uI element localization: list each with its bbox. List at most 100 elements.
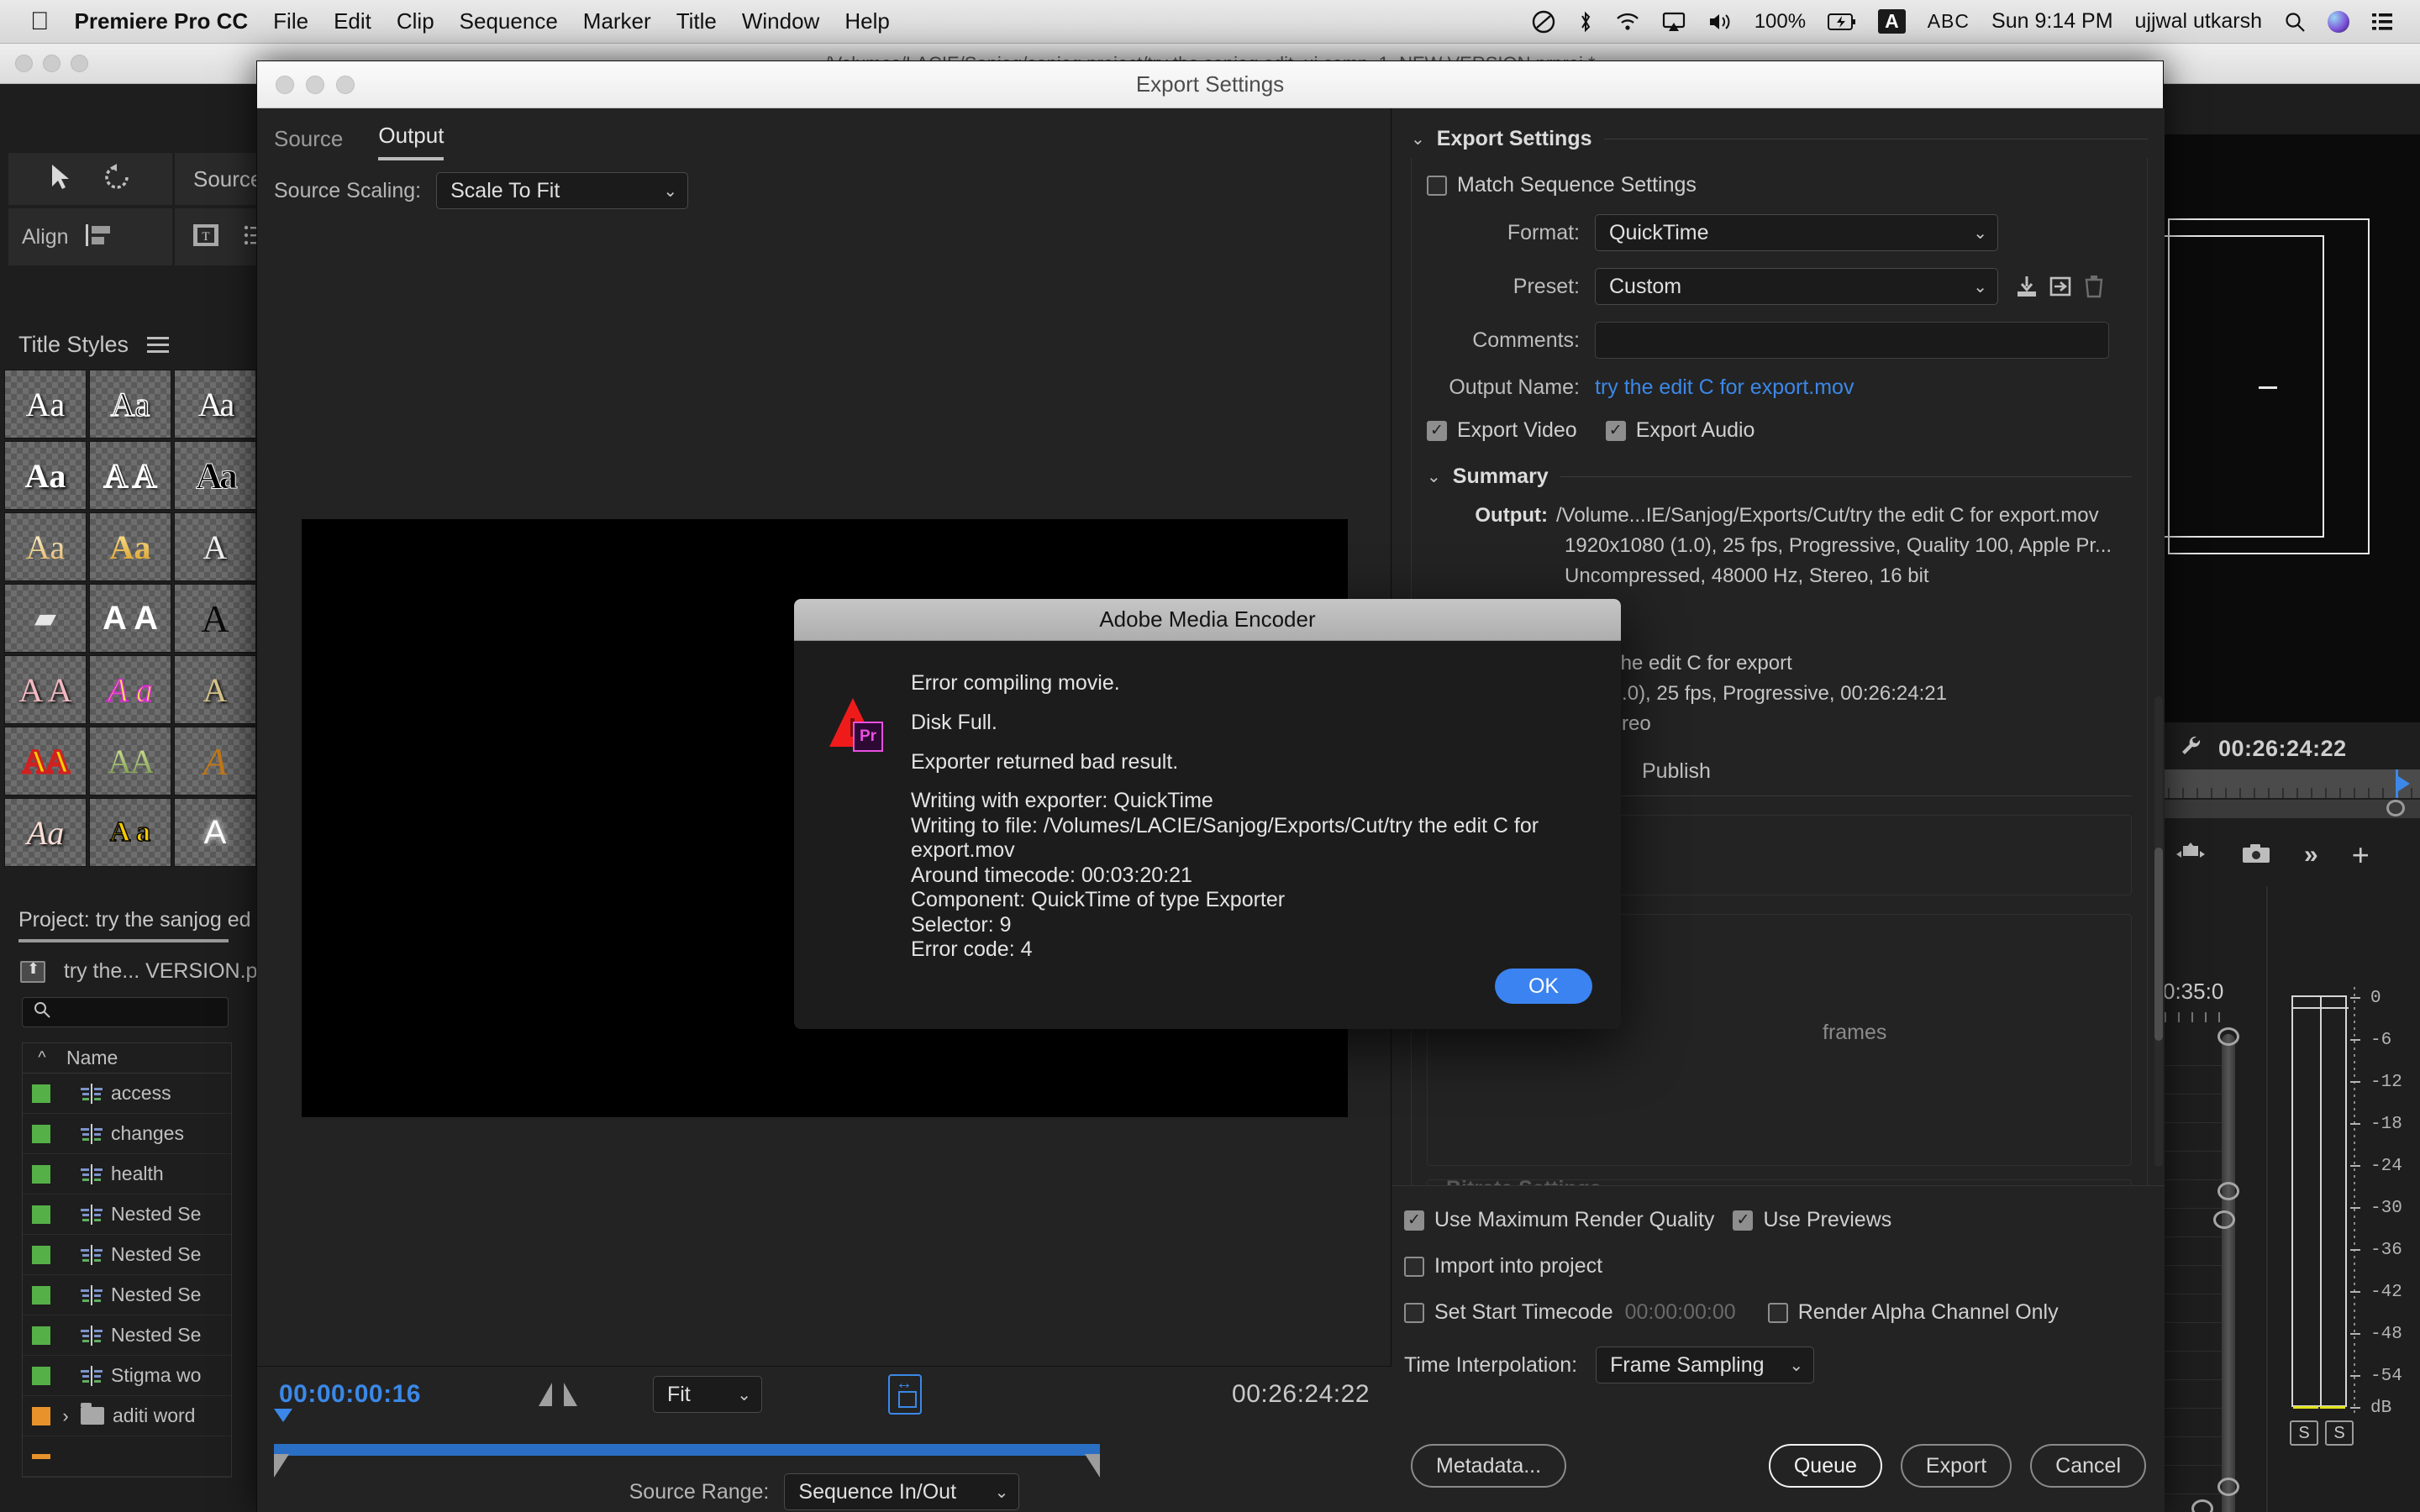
title-style-cell[interactable]: AA: [4, 727, 87, 795]
tab-output[interactable]: Output: [378, 123, 444, 160]
menu-item-window[interactable]: Window: [742, 8, 819, 34]
table-row[interactable]: access: [23, 1074, 231, 1114]
title-style-cell[interactable]: A: [174, 727, 256, 795]
export-close-button[interactable]: [276, 76, 294, 94]
solo-button-right[interactable]: S: [2325, 1420, 2354, 1446]
mixer-scrollbar[interactable]: [2222, 1034, 2235, 1512]
mixer-knob[interactable]: [2191, 1499, 2213, 1512]
title-style-cell[interactable]: Aa: [4, 441, 87, 510]
input-source-badge[interactable]: A: [1878, 9, 1906, 34]
menu-item-clip[interactable]: Clip: [397, 8, 434, 34]
audio-meter-bars[interactable]: [2291, 995, 2347, 1407]
table-row[interactable]: Stigma wo: [23, 1356, 231, 1396]
title-style-cell[interactable]: Aa: [4, 370, 87, 438]
selection-arrow-icon[interactable]: [50, 163, 71, 196]
title-style-cell[interactable]: Aa: [4, 512, 87, 581]
mixer-knob[interactable]: [2213, 1210, 2235, 1229]
spotlight-search-icon[interactable]: [2284, 11, 2306, 33]
mark-in-icon[interactable]: [539, 1383, 552, 1406]
table-row[interactable]: Nested Se: [23, 1235, 231, 1275]
export-frame-icon[interactable]: [2175, 843, 2208, 869]
title-style-cell[interactable]: A: [174, 584, 256, 653]
title-style-cell[interactable]: A: [174, 798, 256, 867]
bluetooth-icon[interactable]: [1578, 9, 1593, 34]
set-start-timecode-value[interactable]: 00:00:00:00: [1625, 1300, 1736, 1325]
chevron-down-icon[interactable]: ⌄: [1427, 466, 1441, 487]
disclosure-triangle-icon[interactable]: ›: [50, 1405, 81, 1427]
chevron-down-icon[interactable]: ⌄: [1411, 129, 1425, 150]
playhead-handle[interactable]: [2398, 776, 2410, 791]
ok-button[interactable]: OK: [1495, 969, 1592, 1004]
render-alpha-checkbox[interactable]: [1768, 1303, 1788, 1323]
import-into-project-checkbox[interactable]: [1404, 1257, 1424, 1277]
import-preset-icon[interactable]: [2044, 270, 2077, 303]
close-button[interactable]: [15, 55, 33, 72]
max-render-quality-checkbox[interactable]: ✓: [1404, 1210, 1424, 1231]
current-timecode[interactable]: 00:00:00:16: [279, 1380, 421, 1409]
align-left-icon[interactable]: [86, 223, 114, 252]
output-name-link[interactable]: try the edit C for export.mov: [1595, 375, 1854, 400]
menu-item-sequence[interactable]: Sequence: [460, 8, 558, 34]
title-tool-icon[interactable]: T: [192, 223, 220, 252]
summary-section-header[interactable]: ⌄ Summary: [1427, 465, 2132, 489]
source-scaling-select[interactable]: Scale To Fit ⌄: [436, 172, 688, 209]
tab-source[interactable]: Source: [274, 126, 343, 160]
zoom-scroll-strip[interactable]: [2165, 800, 2420, 818]
input-source-label[interactable]: ABC: [1928, 10, 1970, 33]
export-maximize-button[interactable]: [336, 76, 355, 94]
export-window-controls[interactable]: [276, 76, 355, 94]
menubar-clock[interactable]: Sun 9:14 PM: [1991, 9, 2113, 34]
app-window-controls[interactable]: [15, 55, 88, 72]
title-style-cell[interactable]: ▰: [4, 584, 87, 653]
mixer-knob[interactable]: [2217, 1027, 2239, 1046]
metadata-button[interactable]: Metadata...: [1411, 1444, 1566, 1488]
zoom-level-select[interactable]: Fit ⌄: [653, 1376, 762, 1413]
settings-scrollbar-thumb[interactable]: [2154, 848, 2163, 1041]
table-row[interactable]: Nested Se: [23, 1315, 231, 1356]
save-preset-icon[interactable]: [2010, 270, 2044, 303]
queue-button[interactable]: Queue: [1769, 1444, 1882, 1488]
minimize-button[interactable]: [43, 55, 60, 72]
battery-charging-icon[interactable]: [1828, 13, 1856, 31]
aspect-ratio-icon[interactable]: [888, 1374, 922, 1415]
menubar-username[interactable]: ujjwal utkarsh: [2135, 9, 2262, 34]
scrubber-range-bar[interactable]: [274, 1444, 1100, 1456]
table-row[interactable]: Nested Se: [23, 1194, 231, 1235]
title-style-cell[interactable]: A a: [89, 655, 171, 724]
camera-icon[interactable]: [2242, 843, 2270, 869]
use-previews-checkbox[interactable]: ✓: [1733, 1210, 1753, 1231]
menu-item-marker[interactable]: Marker: [583, 8, 651, 34]
match-sequence-checkbox[interactable]: [1427, 176, 1447, 196]
more-chevron-icon[interactable]: »: [2304, 841, 2318, 869]
title-style-cell[interactable]: A: [174, 655, 256, 724]
title-style-cell[interactable]: A: [174, 512, 256, 581]
volume-icon[interactable]: [1707, 11, 1733, 33]
export-video-checkbox[interactable]: ✓: [1427, 421, 1447, 441]
title-style-cell[interactable]: Aa: [174, 370, 256, 438]
settings-wrench-icon[interactable]: [2180, 735, 2205, 763]
menu-item-edit[interactable]: Edit: [334, 8, 371, 34]
rotate-counterclockwise-icon[interactable]: [103, 164, 132, 195]
delete-preset-icon[interactable]: [2077, 270, 2111, 303]
scrubber-out-handle[interactable]: [1085, 1454, 1100, 1478]
title-style-cell[interactable]: Aa: [89, 370, 171, 438]
siri-icon[interactable]: [2328, 11, 2349, 33]
title-style-cell[interactable]: A A: [89, 584, 171, 653]
column-header-name[interactable]: Name: [61, 1047, 118, 1069]
title-style-cell[interactable]: Aa: [89, 512, 171, 581]
time-interpolation-select[interactable]: Frame Sampling ⌄: [1596, 1347, 1814, 1383]
program-timeline-ruler[interactable]: [2165, 769, 2420, 798]
set-start-timecode-checkbox[interactable]: [1404, 1303, 1424, 1323]
title-style-cell[interactable]: AA: [89, 727, 171, 795]
preset-select[interactable]: Custom ⌄: [1595, 268, 1998, 305]
solo-button-left[interactable]: S: [2290, 1420, 2318, 1446]
program-duration-timecode[interactable]: 00:26:24:22: [2218, 736, 2347, 762]
mixer-knob[interactable]: [2217, 1182, 2239, 1200]
table-row[interactable]: health: [23, 1154, 231, 1194]
table-row[interactable]: changes: [23, 1114, 231, 1154]
export-settings-section-header[interactable]: ⌄ Export Settings: [1411, 127, 2148, 151]
notification-center-icon[interactable]: [2371, 13, 2393, 31]
creative-cloud-icon[interactable]: [1531, 9, 1556, 34]
mixer-knob[interactable]: [2217, 1478, 2239, 1496]
scrubber-in-handle[interactable]: [274, 1454, 289, 1478]
